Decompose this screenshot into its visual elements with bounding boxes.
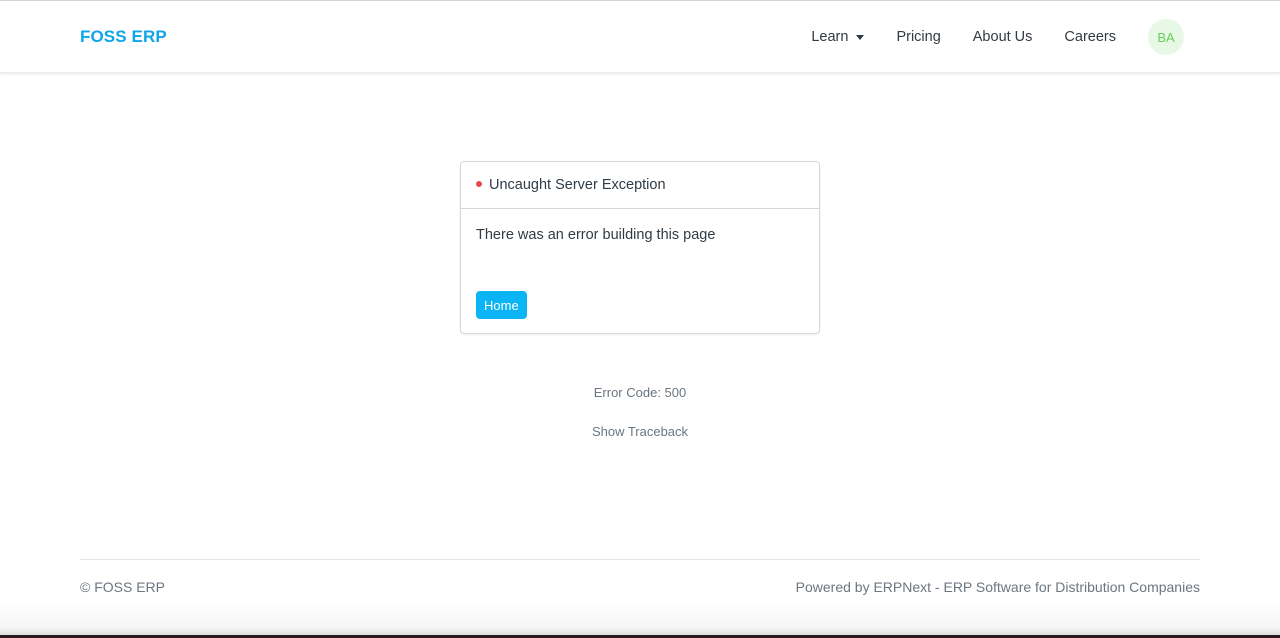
nav-learn-dropdown[interactable]: Learn — [811, 29, 865, 45]
error-code: Error Code: 500 — [593, 385, 687, 400]
home-button[interactable]: Home — [476, 291, 527, 319]
page: FOSS ERP Learn Pricing About Us Careers … — [0, 0, 1280, 638]
footer-powered-by-link[interactable]: Powered by ERPNext - ERP Software for Di… — [796, 579, 1200, 595]
bottom-shadow — [0, 601, 1280, 638]
user-avatar[interactable]: BA — [1148, 19, 1184, 55]
chevron-down-icon — [856, 34, 865, 40]
footer-divider — [80, 559, 1200, 560]
show-traceback-link[interactable]: Show Traceback — [0, 424, 1280, 439]
error-card: Uncaught Server Exception There was an e… — [460, 161, 820, 334]
error-card-body: There was an error building this page — [461, 209, 819, 243]
navbar: FOSS ERP Learn Pricing About Us Careers … — [0, 1, 1280, 73]
nav-pricing[interactable]: Pricing — [896, 29, 940, 45]
error-message: There was an error building this page — [476, 227, 716, 243]
error-card-header: Uncaught Server Exception — [461, 162, 819, 209]
main-nav: Learn Pricing About Us Careers BA — [811, 1, 1184, 73]
brand-logo[interactable]: FOSS ERP — [80, 27, 167, 47]
nav-careers[interactable]: Careers — [1064, 29, 1116, 45]
nav-about-us[interactable]: About Us — [973, 29, 1033, 45]
error-title: Uncaught Server Exception — [489, 177, 666, 193]
footer-copyright: © FOSS ERP — [80, 579, 165, 595]
nav-learn-label: Learn — [811, 29, 849, 45]
error-indicator-icon — [476, 180, 482, 187]
